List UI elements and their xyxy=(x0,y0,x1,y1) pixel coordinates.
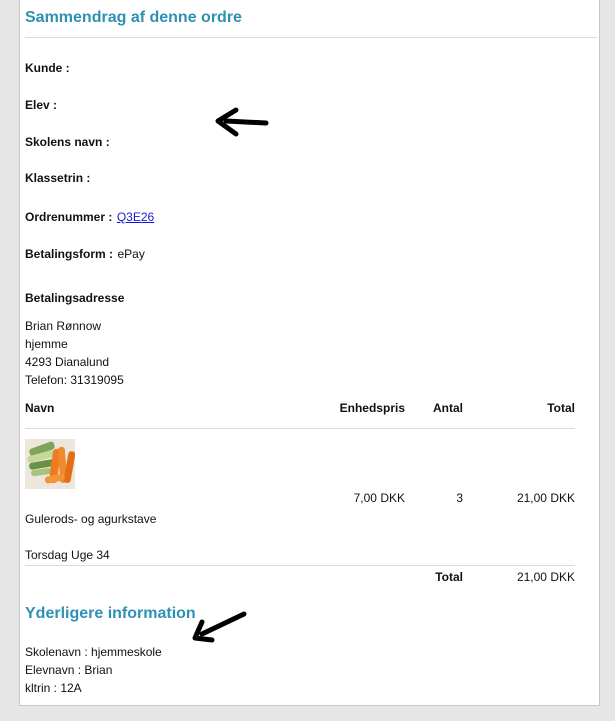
vegetables-icon xyxy=(25,439,75,489)
skole-label: Skolens navn : xyxy=(25,135,110,149)
arrow-down-left-icon xyxy=(192,611,247,643)
billing-phone: Telefon: 31319095 xyxy=(25,373,124,387)
product-image[interactable] xyxy=(25,439,75,489)
betalingsform-row: Betalingsform : ePay xyxy=(25,245,145,263)
col-header-antal: Antal xyxy=(433,401,463,415)
item-unit-price: 7,00 DKK xyxy=(353,491,405,505)
betalingsform-label: Betalingsform : xyxy=(25,247,114,261)
ordrenummer-link[interactable]: Q3E26 xyxy=(117,210,154,224)
betalingsform-value: ePay xyxy=(117,247,145,261)
billing-city: 4293 Dianalund xyxy=(25,355,110,369)
billing-name: Brian Rønnow xyxy=(25,319,102,333)
order-summary-panel xyxy=(19,0,600,706)
title-divider xyxy=(25,37,597,38)
kunde-label: Kunde : xyxy=(25,61,70,75)
item-qty: 3 xyxy=(456,491,463,505)
summary-title: Sammendrag af denne ordre xyxy=(25,9,242,26)
extra-elevnavn: Elevnavn : Brian xyxy=(25,663,113,677)
table-header-divider xyxy=(25,428,575,429)
extra-kltrin: kltrin : 12A xyxy=(25,681,82,695)
footer-total-value: 21,00 DKK xyxy=(516,570,575,584)
billing-line1: hjemme xyxy=(25,337,68,351)
item-delivery: Torsdag Uge 34 xyxy=(25,548,110,562)
col-header-navn: Navn xyxy=(25,401,55,415)
arrow-left-icon xyxy=(215,107,269,137)
col-header-total: Total xyxy=(547,401,575,415)
item-line-total: 21,00 DKK xyxy=(516,491,575,505)
extra-skolenavn: Skolenavn : hjemmeskole xyxy=(25,645,162,659)
footer-total-label: Total xyxy=(435,570,463,584)
item-name: Gulerods- og agurkstave xyxy=(25,512,157,526)
ordrenummer-label: Ordrenummer : xyxy=(25,210,113,224)
extra-title: Yderligere information xyxy=(25,605,196,622)
ordrenummer-row: Ordrenummer : Q3E26 xyxy=(25,208,154,226)
col-header-enhedspris: Enhedspris xyxy=(339,401,405,415)
billing-title: Betalingsadresse xyxy=(25,291,125,305)
elev-label: Elev : xyxy=(25,98,58,112)
table-footer-divider xyxy=(25,565,575,566)
klassetrin-label: Klassetrin : xyxy=(25,171,91,185)
